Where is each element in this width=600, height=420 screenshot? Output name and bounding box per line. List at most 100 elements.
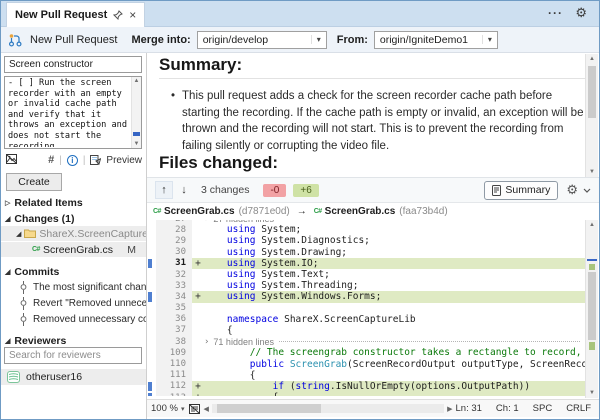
commit-message: Revert "Removed unnecessary co xyxy=(33,298,146,309)
hidden-lines-label[interactable]: 27 hidden lines xyxy=(213,220,274,224)
zoom-select[interactable]: 100 % ▾ xyxy=(151,403,184,414)
info-icon[interactable]: i xyxy=(67,155,78,166)
old-file-hash: (d7871e0d) xyxy=(239,206,290,217)
section-commits[interactable]: ◢ Commits xyxy=(1,264,146,279)
commit-message: Removed unnecessary commen xyxy=(33,314,146,325)
reviewer-search-input[interactable] xyxy=(4,347,142,364)
scroll-down-icon[interactable]: ▼ xyxy=(586,169,598,175)
pr-title-input[interactable] xyxy=(4,56,142,73)
spaces-indicator[interactable]: SPC xyxy=(533,403,553,414)
map-mode-icon[interactable] xyxy=(189,404,200,414)
expanded-icon[interactable]: ◢ xyxy=(5,337,10,345)
commit-item[interactable]: Removed unnecessary commen xyxy=(1,312,146,326)
commit-item[interactable]: Revert "Removed unnecessary co xyxy=(1,296,146,310)
commit-icon xyxy=(19,313,28,326)
work-item-icon[interactable]: # xyxy=(48,154,54,166)
csharp-file-icon: C# xyxy=(32,246,40,253)
from-select[interactable]: origin/IgniteDemo1 ▾ xyxy=(374,31,498,49)
additions-badge: +6 xyxy=(293,184,318,197)
scroll-up-icon[interactable]: ▲ xyxy=(132,78,141,84)
expand-hidden-lines-icon[interactable]: › xyxy=(204,220,209,224)
reviewer-row[interactable]: otheruser16 xyxy=(1,369,146,385)
file-name: ScreenGrab.cs xyxy=(43,244,113,256)
diff-line-112: 112+ if (string.IsNullOrEmpty(options.Ou… xyxy=(147,381,585,392)
scroll-right-icon[interactable]: ▶ xyxy=(447,405,452,413)
more-options-icon[interactable]: ··· xyxy=(548,6,563,20)
diff-line-109: 109 // The screengrab constructor takes … xyxy=(147,347,585,358)
next-change-button[interactable]: ↓ xyxy=(175,181,193,199)
diff-code[interactable]: 27›27 hidden lines28 using System;29 usi… xyxy=(147,220,585,396)
line-ending-indicator[interactable]: CRLF xyxy=(566,403,591,414)
changed-file-row[interactable]: C# ScreenGrab.cs M xyxy=(1,242,146,257)
diff-toolbar: ↑ ↓ 3 changes -0 +6 Summary ⚙ xyxy=(147,177,599,203)
scrollbar-thumb[interactable] xyxy=(588,66,596,118)
create-button[interactable]: Create xyxy=(6,173,62,191)
hidden-lines-label[interactable]: 71 hidden lines xyxy=(213,337,274,347)
description-scrollbar[interactable]: ▲ ▼ xyxy=(131,77,141,148)
summary-view-button[interactable]: Summary xyxy=(484,181,558,200)
bullet-dot: • xyxy=(171,88,175,154)
scroll-up-icon[interactable]: ▲ xyxy=(586,56,598,62)
scroll-up-icon[interactable]: ▲ xyxy=(586,222,598,228)
summary-button-label: Summary xyxy=(505,184,550,196)
preview-icon[interactable] xyxy=(90,155,101,165)
tab-new-pull-request[interactable]: New Pull Request × xyxy=(6,2,145,27)
expand-hidden-lines-icon[interactable]: › xyxy=(204,337,209,347)
zoom-value: 100 % xyxy=(151,403,178,414)
arrow-right-icon: → xyxy=(297,206,307,217)
change-mark xyxy=(589,264,595,270)
summary-scrollbar[interactable]: ▲ ▼ xyxy=(585,54,598,177)
files-changed-heading: Files changed: xyxy=(159,153,587,177)
section-related-items[interactable]: ▷ Related Items xyxy=(1,195,146,210)
pr-sidebar: - [ ] Run the screen recorder with an em… xyxy=(1,53,147,419)
previous-change-button[interactable]: ↑ xyxy=(155,181,173,199)
file-status-badge: M xyxy=(127,244,136,256)
diff-line-34: 34+ using System.Windows.Forms; xyxy=(147,291,585,302)
attach-image-icon[interactable] xyxy=(6,151,17,169)
section-changes[interactable]: ◢ Changes (1) xyxy=(1,211,146,226)
column-indicator: Ch: 1 xyxy=(496,403,519,414)
collapsed-icon[interactable]: ▷ xyxy=(5,199,10,207)
scrollbar-thumb[interactable] xyxy=(217,404,321,413)
section-reviewers[interactable]: ◢ Reviewers xyxy=(1,333,146,348)
pr-description-box[interactable]: - [ ] Run the screen recorder with an em… xyxy=(4,76,142,149)
expanded-icon[interactable]: ◢ xyxy=(16,230,21,238)
expanded-icon[interactable]: ◢ xyxy=(5,215,10,223)
csharp-file-icon: C# xyxy=(314,208,322,215)
changes-label: Changes (1) xyxy=(14,213,74,225)
chevron-down-icon[interactable]: ▾ xyxy=(311,35,326,44)
gear-icon[interactable]: ⚙ xyxy=(575,5,587,21)
diff-line-29: 29 using System.Diagnostics; xyxy=(147,235,585,246)
chevron-down-icon[interactable]: ▾ xyxy=(181,405,185,413)
separator: | xyxy=(59,155,62,166)
pin-icon[interactable] xyxy=(113,10,123,20)
toolbar-title: New Pull Request xyxy=(30,34,117,46)
scrollbar-thumb[interactable] xyxy=(133,132,140,136)
from-label: From: xyxy=(337,34,368,46)
scroll-down-icon[interactable]: ▼ xyxy=(132,141,141,147)
tab-strip: New Pull Request × ··· ⚙ xyxy=(1,1,599,27)
scrollbar-thumb[interactable] xyxy=(588,272,596,340)
expanded-icon[interactable]: ◢ xyxy=(5,268,10,276)
diff-line-28: 28 using System; xyxy=(147,224,585,235)
chevron-down-icon[interactable] xyxy=(583,188,591,193)
diff-file-header: C# ScreenGrab.cs (d7871e0d) → C# ScreenG… xyxy=(147,203,585,220)
commit-item[interactable]: The most significant changes in this xyxy=(1,280,146,294)
close-icon[interactable]: × xyxy=(129,9,136,21)
code-scrollbar[interactable]: ▲ ▼ xyxy=(585,220,598,398)
deletions-badge: -0 xyxy=(263,184,286,197)
pr-description-text[interactable]: - [ ] Run the screen recorder with an em… xyxy=(8,78,130,147)
preview-label[interactable]: Preview xyxy=(106,155,142,166)
new-file-hash: (faa73b4d) xyxy=(399,206,447,217)
commit-message: The most significant changes in this xyxy=(33,282,146,293)
merge-into-select[interactable]: origin/develop ▾ xyxy=(197,31,327,49)
diff-settings-gear-icon[interactable]: ⚙ xyxy=(566,182,578,198)
separator: | xyxy=(83,155,86,166)
diff-line-38: 38›71 hidden lines xyxy=(147,336,585,347)
chevron-down-icon[interactable]: ▾ xyxy=(482,35,497,44)
diff-line-30: 30 using System.Drawing; xyxy=(147,247,585,258)
changes-folder-row[interactable]: ◢ ShareX.ScreenCapture... xyxy=(1,226,146,241)
scroll-down-icon[interactable]: ▼ xyxy=(586,390,598,396)
horizontal-scrollbar[interactable] xyxy=(212,404,444,413)
scroll-left-icon[interactable]: ◀ xyxy=(203,405,208,413)
